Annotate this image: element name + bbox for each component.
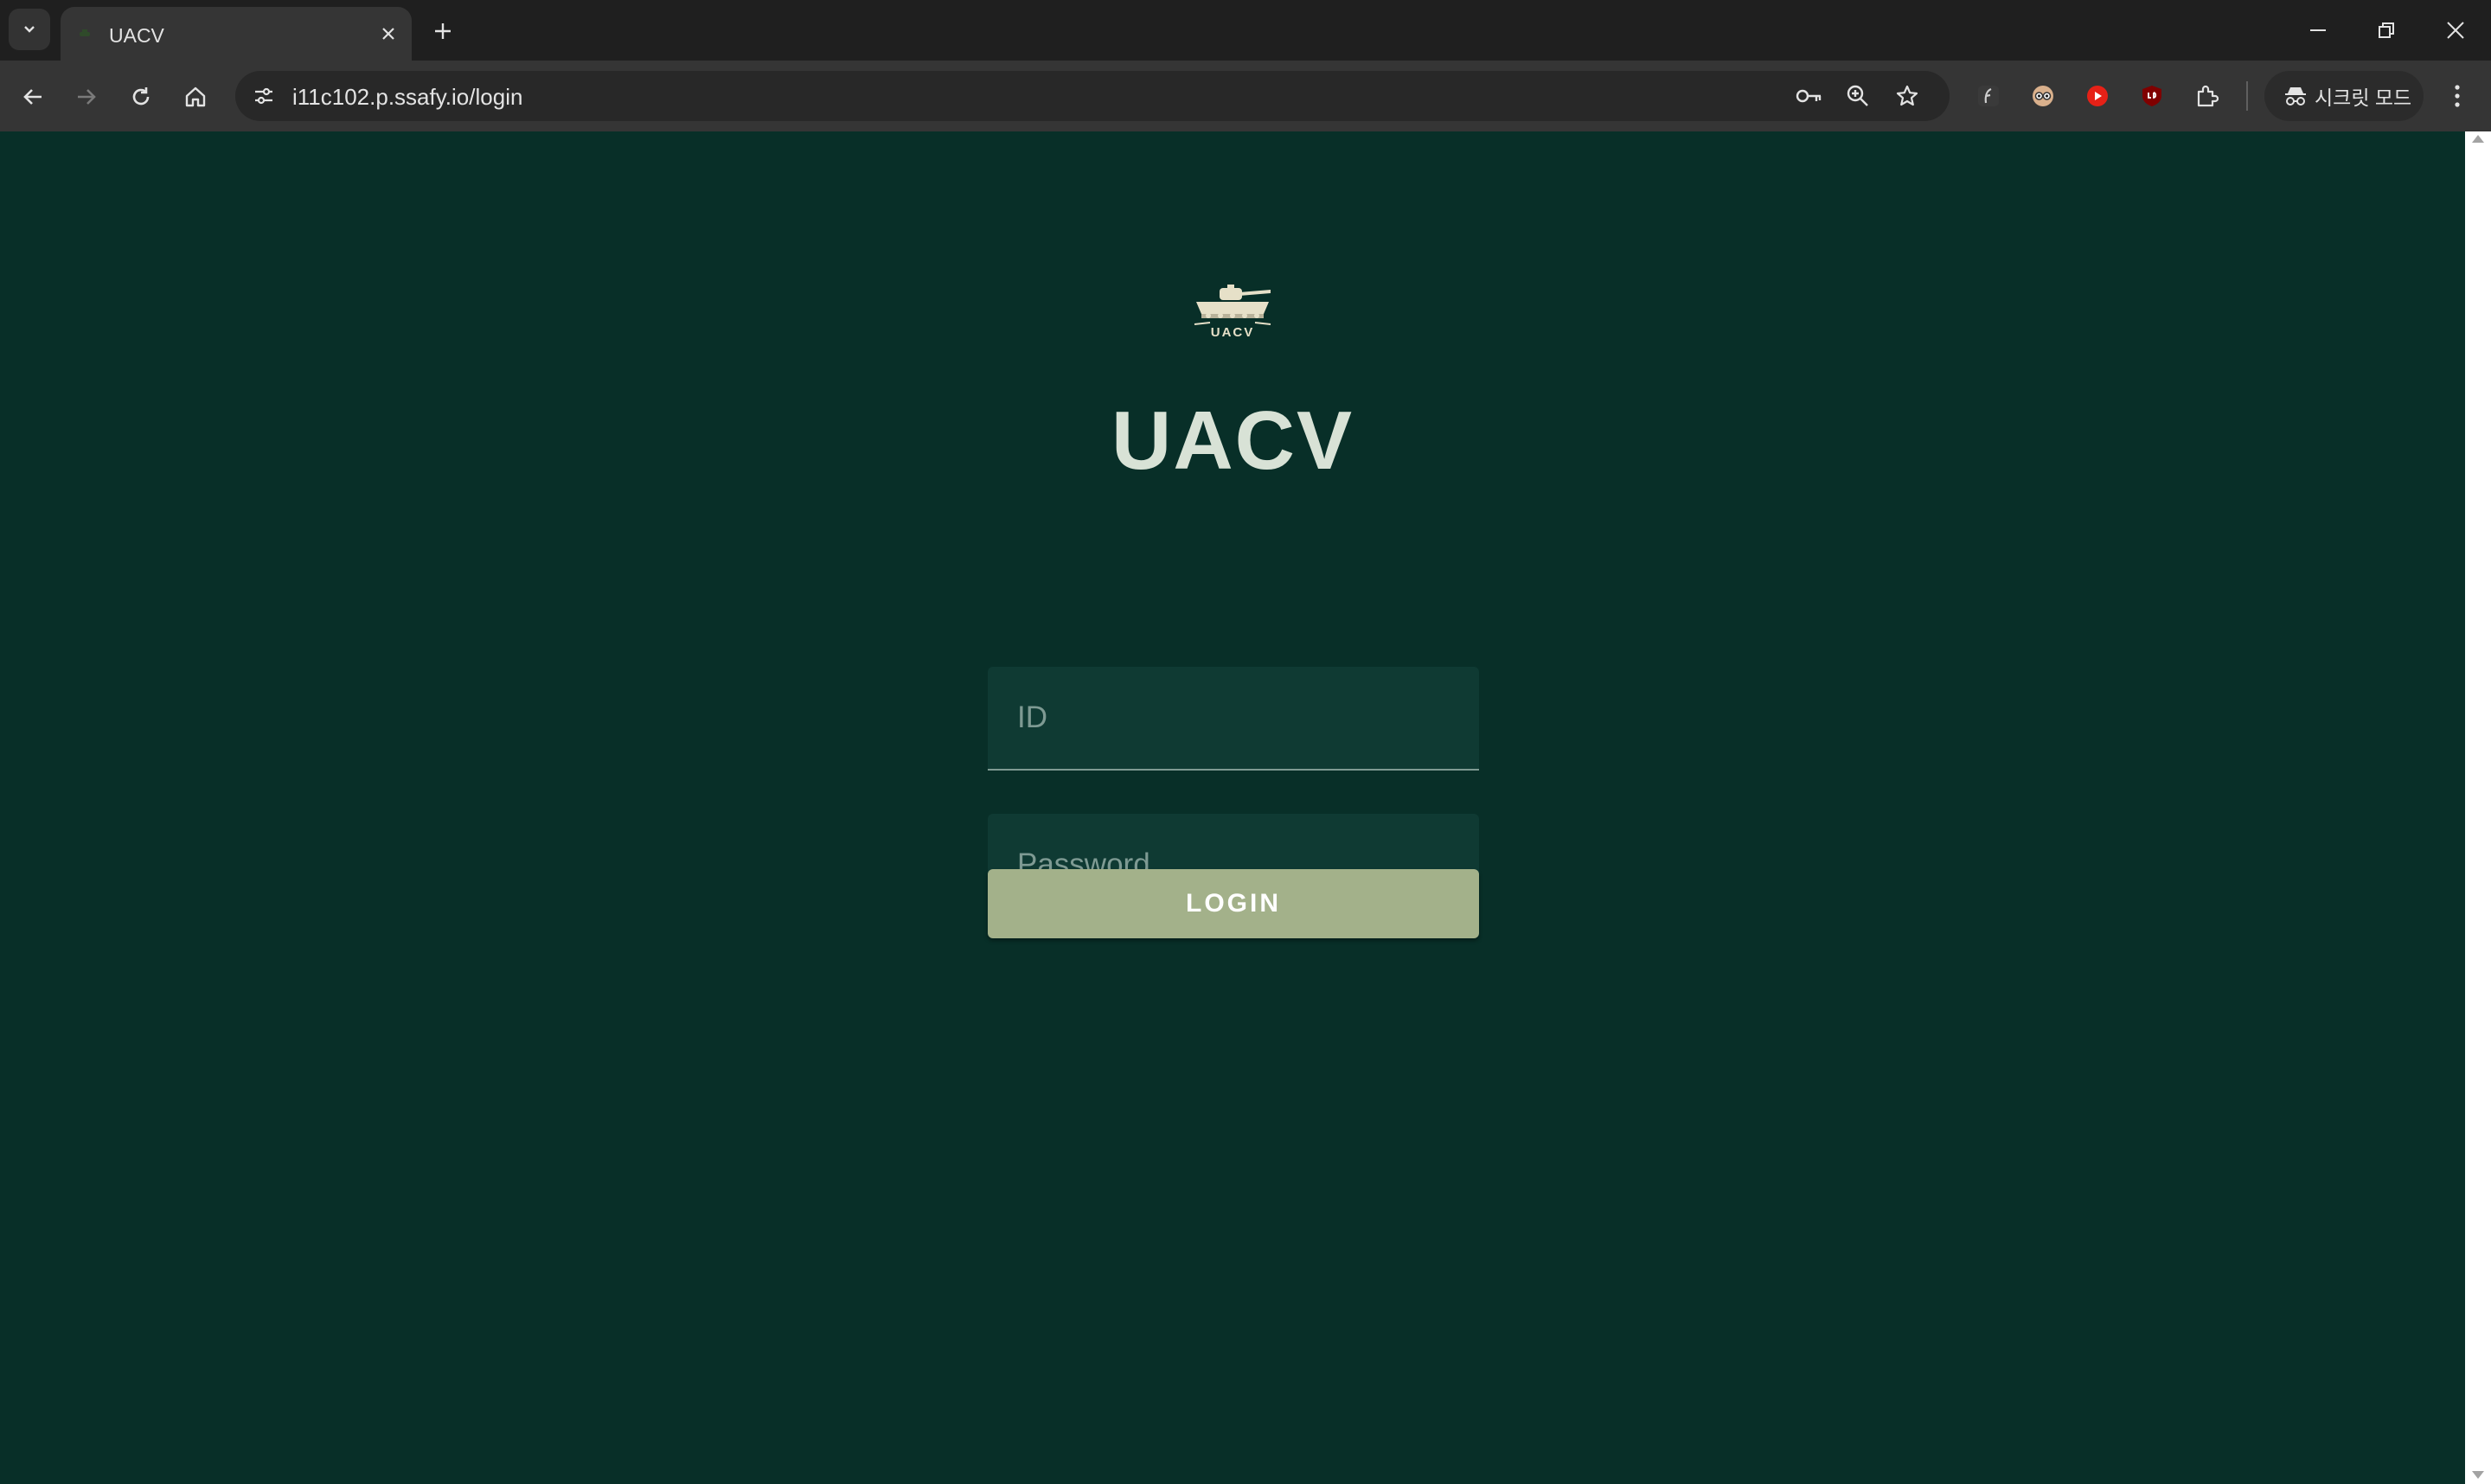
plus-icon <box>435 23 451 39</box>
incognito-icon <box>2285 87 2306 106</box>
home-button[interactable] <box>176 77 215 117</box>
new-tab-button[interactable] <box>426 14 460 48</box>
minimize-button[interactable] <box>2294 9 2342 52</box>
toolbar-divider <box>2246 81 2248 111</box>
logo-text: UACV <box>1211 325 1255 340</box>
extension-3-button[interactable] <box>2079 78 2116 114</box>
tab-title: UACV <box>109 24 164 47</box>
url-text[interactable]: i11c102.p.ssafy.io/login <box>292 84 522 111</box>
id-field[interactable] <box>988 667 1479 771</box>
puzzle-icon <box>2197 85 2219 107</box>
reload-icon <box>132 87 150 106</box>
tab-active[interactable]: UACV <box>61 7 412 61</box>
bookmark-button[interactable] <box>1891 80 1924 112</box>
page-scrollbar[interactable] <box>2465 131 2491 1484</box>
site-info-button[interactable] <box>247 80 280 112</box>
arrow-left-icon <box>23 89 42 105</box>
back-button[interactable] <box>13 77 53 117</box>
zoom-in-icon <box>1847 85 1868 106</box>
login-button[interactable]: LOGIN <box>988 869 1479 938</box>
star-icon <box>1896 85 1918 106</box>
chevron-down-icon <box>24 26 35 33</box>
incognito-label: 시크릿 모드 <box>2315 86 2412 109</box>
tab-search-button[interactable] <box>9 9 50 50</box>
more-vertical-icon <box>2455 85 2460 107</box>
browser-toolbar: i11c102.p.ssafy.io/login 시크릿 모드 <box>0 61 2491 131</box>
password-key-button[interactable] <box>1792 80 1825 112</box>
close-icon <box>382 28 394 40</box>
forward-button[interactable] <box>67 77 106 117</box>
ublock-extension-icon <box>2142 86 2161 106</box>
address-bar[interactable]: i11c102.p.ssafy.io/login <box>235 71 1950 121</box>
scroll-up-arrow-icon[interactable] <box>2472 135 2484 143</box>
id-input[interactable] <box>988 667 1479 769</box>
minimize-icon <box>2310 29 2326 31</box>
close-window-button[interactable] <box>2431 9 2480 52</box>
extension-4-button[interactable] <box>2134 78 2170 114</box>
arrow-right-icon <box>78 89 96 105</box>
tank-logo: UACV <box>1194 285 1271 340</box>
reload-button[interactable] <box>121 77 161 117</box>
scroll-down-arrow-icon[interactable] <box>2472 1471 2484 1479</box>
tab-close-button[interactable] <box>374 19 403 48</box>
restore-button[interactable] <box>2362 9 2411 52</box>
restore-icon <box>2379 22 2394 38</box>
page-title: UACV <box>1111 394 1354 487</box>
extension-2-button[interactable] <box>2025 78 2061 114</box>
extensions-menu-button[interactable] <box>2188 78 2225 114</box>
tab-strip: UACV <box>0 0 2491 61</box>
tank-favicon-icon <box>80 29 90 36</box>
eyes-extension-icon <box>2033 86 2053 106</box>
key-icon <box>1796 89 1822 103</box>
zoom-button[interactable] <box>1841 80 1874 112</box>
close-icon <box>2447 22 2464 39</box>
youtube-extension-icon <box>2087 86 2108 106</box>
home-icon <box>185 86 206 107</box>
incognito-indicator[interactable]: 시크릿 모드 <box>2264 71 2424 121</box>
browser-menu-button[interactable] <box>2439 78 2475 114</box>
extension-1-button[interactable] <box>1970 78 2007 114</box>
tune-icon <box>255 87 272 105</box>
feather-extension-icon <box>1978 86 1999 106</box>
